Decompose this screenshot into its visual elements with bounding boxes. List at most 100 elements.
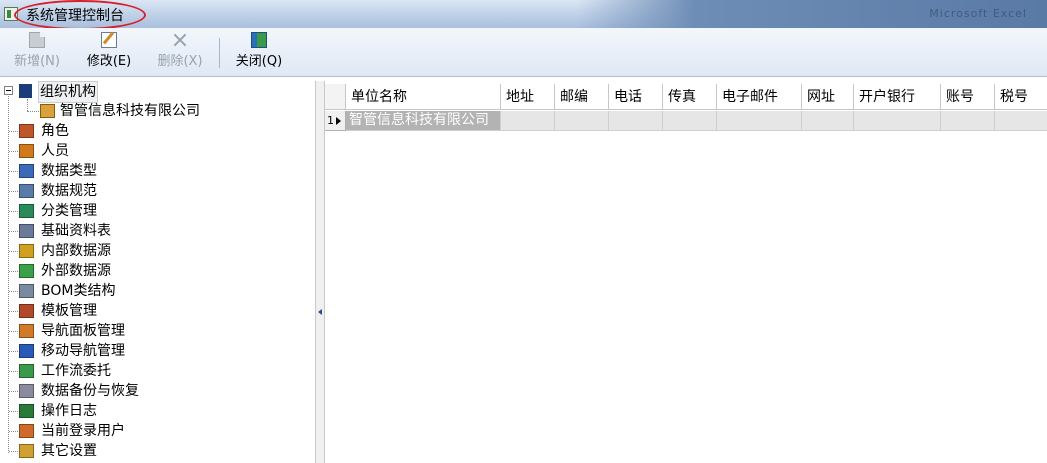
tree-node-item[interactable]: 数据类型 <box>0 161 300 181</box>
collapse-toggle-icon[interactable] <box>4 86 13 95</box>
tree-node-item[interactable]: 人员 <box>0 141 300 161</box>
tree-node-label: 角色 <box>41 123 69 139</box>
tree-node-label: 数据规范 <box>41 183 97 199</box>
tree-node-item[interactable]: 模板管理 <box>0 301 300 321</box>
tree-node-label: 当前登录用户 <box>41 423 125 439</box>
role-icon <box>19 124 34 138</box>
tree-node-organization[interactable]: 组织机构 <box>0 81 300 103</box>
edit-button-label: 修改(E) <box>86 54 132 69</box>
tree-node-item[interactable]: 移动导航管理 <box>0 341 300 361</box>
tree-node-label: 模板管理 <box>41 303 97 319</box>
tree-node-label: 移动导航管理 <box>41 343 125 359</box>
table-cell[interactable] <box>941 111 995 131</box>
column-header[interactable]: 电子邮件 <box>717 84 802 110</box>
new-document-icon <box>29 32 45 48</box>
new-button-label: 新增(N) <box>14 54 60 69</box>
tree-node-item[interactable]: 角色 <box>0 121 300 141</box>
column-header[interactable]: 账号 <box>941 84 995 110</box>
tree-node-item[interactable]: 分类管理 <box>0 201 300 221</box>
table-cell[interactable] <box>555 111 609 131</box>
grid-corner <box>325 84 346 110</box>
highlight-ring <box>14 0 146 30</box>
backup-restore-icon <box>19 384 34 398</box>
workflow-delegate-icon <box>19 364 34 378</box>
tree-node-item[interactable]: 当前登录用户 <box>0 421 300 441</box>
close-button[interactable]: 关闭(Q) <box>230 32 288 69</box>
tree-node-label: 工作流委托 <box>41 363 111 379</box>
category-icon <box>19 204 34 218</box>
nav-panel-icon <box>19 324 34 338</box>
tree-node-label: 智管信息科技有限公司 <box>60 103 200 119</box>
panel-splitter[interactable] <box>315 81 325 463</box>
tree-node-item[interactable]: 内部数据源 <box>0 241 300 261</box>
exit-door-icon <box>251 32 267 48</box>
tree-node-item[interactable]: 基础资料表 <box>0 221 300 241</box>
table-row[interactable]: 1 智管信息科技有限公司 <box>325 111 1047 131</box>
navigation-tree: 组织机构 智管信息科技有限公司 角色人员数据类型数据规范分类管理基础资料表内部数… <box>0 81 315 463</box>
tree-node-item[interactable]: BOM类结构 <box>0 281 300 301</box>
data-grid: 单位名称 地址 邮编 电话 传真 电子邮件 网址 开户银行 账号 税号 1 智管信息科技有限公司 <box>325 81 1047 463</box>
data-spec-icon <box>19 184 34 198</box>
table-cell[interactable]: 智管信息科技有限公司 <box>346 111 501 131</box>
org-structure-icon <box>19 84 32 98</box>
table-cell[interactable] <box>663 111 717 131</box>
column-header[interactable]: 传真 <box>663 84 717 110</box>
column-header[interactable]: 电话 <box>609 84 663 110</box>
column-header[interactable]: 开户银行 <box>854 84 941 110</box>
delete-button-label: 删除(X) <box>157 54 203 69</box>
collapse-arrow-icon[interactable] <box>318 309 322 315</box>
blurred-title-text: Microsoft Excel <box>929 7 1027 20</box>
tree-node-item[interactable]: 数据备份与恢复 <box>0 381 300 401</box>
tree-node-label: 组织机构 <box>38 81 98 103</box>
tree-node-label: 人员 <box>41 143 69 159</box>
title-bar-blur: Microsoft Excel <box>577 0 1047 28</box>
column-header[interactable]: 地址 <box>501 84 555 110</box>
current-row-arrow-icon <box>336 117 341 125</box>
table-cell[interactable] <box>854 111 941 131</box>
tree-node-label: 数据类型 <box>41 163 97 179</box>
tree-node-label: BOM类结构 <box>41 283 116 299</box>
tree-node-label: 内部数据源 <box>41 243 111 259</box>
row-indicator[interactable]: 1 <box>325 111 346 131</box>
column-header[interactable]: 税号 <box>995 84 1047 110</box>
new-button[interactable]: 新增(N) <box>8 32 66 69</box>
tree-node-item[interactable]: 数据规范 <box>0 181 300 201</box>
tree-node-label: 数据备份与恢复 <box>41 383 139 399</box>
table-cell[interactable] <box>717 111 802 131</box>
tree-node-company[interactable]: 智管信息科技有限公司 <box>0 101 300 121</box>
row-number: 1 <box>327 114 334 127</box>
edit-button[interactable]: 修改(E) <box>80 32 138 69</box>
external-source-icon <box>19 264 34 278</box>
column-header[interactable]: 单位名称 <box>346 84 501 110</box>
table-cell[interactable] <box>802 111 854 131</box>
tree-node-item[interactable]: 工作流委托 <box>0 361 300 381</box>
column-header[interactable]: 邮编 <box>555 84 609 110</box>
other-settings-icon <box>19 444 34 458</box>
tree-node-item[interactable]: 导航面板管理 <box>0 321 300 341</box>
delete-x-icon <box>172 32 188 48</box>
delete-button[interactable]: 删除(X) <box>150 32 210 69</box>
table-cell[interactable] <box>501 111 555 131</box>
tree-node-item[interactable]: 外部数据源 <box>0 261 300 281</box>
toolbar-separator <box>219 38 220 68</box>
mobile-nav-icon <box>19 344 34 358</box>
person-icon <box>19 144 34 158</box>
tree-node-label: 导航面板管理 <box>41 323 125 339</box>
edit-pencil-icon <box>101 32 117 48</box>
table-cell[interactable] <box>609 111 663 131</box>
tree-node-label: 外部数据源 <box>41 263 111 279</box>
log-icon <box>19 404 34 418</box>
tree-node-label: 分类管理 <box>41 203 97 219</box>
internal-source-icon <box>19 244 34 258</box>
house-icon <box>40 104 55 118</box>
tree-node-item[interactable]: 其它设置 <box>0 441 300 461</box>
base-table-icon <box>19 224 34 238</box>
tree-node-label: 其它设置 <box>41 443 97 459</box>
column-header[interactable]: 网址 <box>802 84 854 110</box>
data-type-icon <box>19 164 34 178</box>
close-button-label: 关闭(Q) <box>235 54 283 69</box>
bom-structure-icon <box>19 284 34 298</box>
tree-node-item[interactable]: 操作日志 <box>0 401 300 421</box>
title-bar: 系统管理控制台 Microsoft Excel <box>0 0 1047 30</box>
table-cell[interactable] <box>995 111 1047 131</box>
